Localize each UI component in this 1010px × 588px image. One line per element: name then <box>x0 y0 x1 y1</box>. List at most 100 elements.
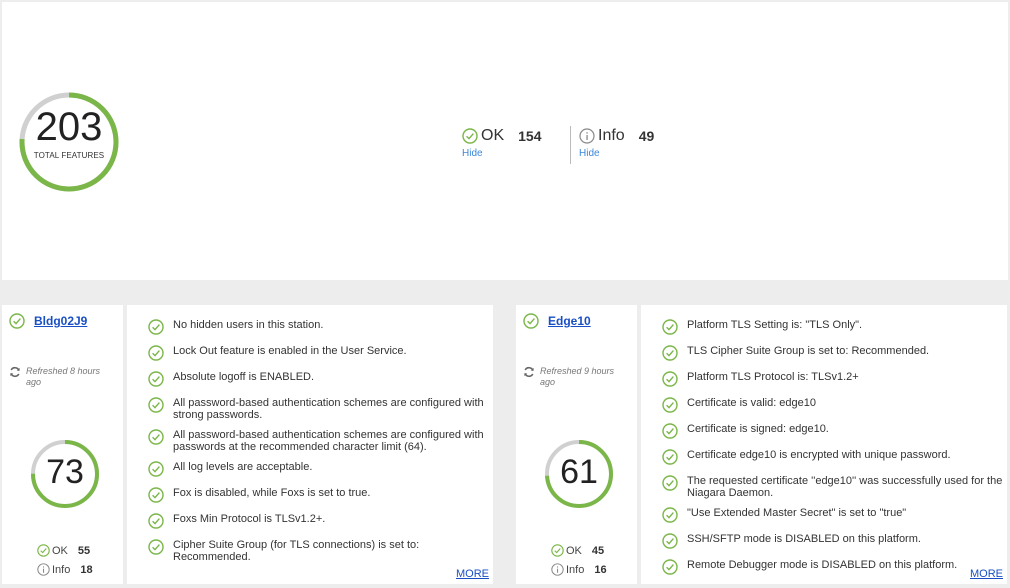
station-ok-label: OK <box>52 544 68 557</box>
feature-item-text: The requested certificate ''edge10'' was… <box>687 475 1003 499</box>
summary-panel: 203 TOTAL FEATURES OK 154 Hide Info 49 H… <box>2 2 1008 280</box>
feature-item: "Use Extended Master Secret" is set to "… <box>662 507 1007 523</box>
station-info-count: 16 <box>594 563 607 576</box>
feature-item-text: All password-based authentication scheme… <box>173 429 484 453</box>
feature-item-text: Platform TLS Setting is: "TLS Only". <box>687 319 863 331</box>
ok-stat: OK 154 Hide <box>462 126 541 159</box>
info-circle-icon <box>579 128 595 144</box>
feature-item-text: All log levels are acceptable. <box>173 461 313 473</box>
feature-item: Remote Debugger mode is DISABLED on this… <box>662 559 1007 575</box>
station-info-count: 18 <box>80 563 93 576</box>
station-ok-count: 55 <box>77 544 91 557</box>
feature-item-text: "Use Extended Master Secret" is set to "… <box>687 507 907 519</box>
station-summary: Edge10 Refreshed 9 hours ago 61 OK 45 In… <box>516 305 637 584</box>
station-summary: Bldg02J9 Refreshed 8 hours ago 73 OK 55 … <box>2 305 123 584</box>
check-circle-icon <box>148 319 164 335</box>
feature-item-text: Remote Debugger mode is DISABLED on this… <box>687 559 958 571</box>
check-circle-icon <box>662 397 678 413</box>
feature-item: The requested certificate ''edge10'' was… <box>662 475 1007 499</box>
info-hide-link[interactable]: Hide <box>579 148 654 159</box>
feature-item-text: Cipher Suite Group (for TLS connections)… <box>173 539 420 563</box>
station-card: Edge10 Refreshed 9 hours ago 61 OK 45 In… <box>516 305 1007 584</box>
check-circle-icon <box>662 319 678 335</box>
refreshed-time: Refreshed 9 hours ago <box>540 366 615 387</box>
info-stat-count: 49 <box>638 128 655 144</box>
feature-item: Lock Out feature is enabled in the User … <box>148 345 493 361</box>
feature-item-text: Certificate edge10 is encrypted with uni… <box>687 449 951 461</box>
station-ok-count-row: OK 55 <box>37 544 90 557</box>
feature-item-text: Platform TLS Protocol is: TLSv1.2+ <box>687 371 859 383</box>
refreshed-time: Refreshed 8 hours ago <box>26 366 101 387</box>
feature-item: Cipher Suite Group (for TLS connections)… <box>148 539 493 563</box>
station-name-link[interactable]: Bldg02J9 <box>34 314 87 328</box>
check-circle-icon <box>462 128 478 144</box>
ok-stat-count: 154 <box>518 128 542 144</box>
check-circle-icon <box>148 461 164 477</box>
feature-item: No hidden users in this station. <box>148 319 493 335</box>
feature-item: All password-based authentication scheme… <box>148 397 493 421</box>
check-circle-icon <box>662 371 678 387</box>
check-circle-icon <box>662 345 678 361</box>
check-circle-icon <box>37 544 50 557</box>
feature-item: Platform TLS Setting is: "TLS Only". <box>662 319 1007 335</box>
check-circle-icon <box>662 533 678 549</box>
feature-item: Foxs Min Protocol is TLSv1.2+. <box>148 513 493 529</box>
feature-item: Platform TLS Protocol is: TLSv1.2+ <box>662 371 1007 387</box>
refresh-icon[interactable] <box>523 366 535 378</box>
check-circle-icon <box>148 539 164 555</box>
total-features-gauge: 203 TOTAL FEATURES <box>18 91 120 193</box>
info-stat: Info 49 Hide <box>579 126 654 159</box>
check-circle-icon <box>662 449 678 465</box>
station-feature-list: Platform TLS Setting is: "TLS Only". TLS… <box>641 305 1007 584</box>
check-circle-icon <box>662 475 678 491</box>
check-circle-icon <box>551 544 564 557</box>
info-stat-title: Info <box>598 127 625 144</box>
check-circle-icon <box>148 371 164 387</box>
more-link[interactable]: MORE <box>966 568 1003 580</box>
refresh-icon[interactable] <box>9 366 21 378</box>
info-circle-icon <box>551 563 564 576</box>
total-features-label: TOTAL FEATURES <box>33 151 105 160</box>
feature-item-text: Absolute logoff is ENABLED. <box>173 371 315 383</box>
check-circle-icon <box>148 345 164 361</box>
station-card: Bldg02J9 Refreshed 8 hours ago 73 OK 55 … <box>2 305 493 584</box>
feature-item: Certificate is signed: edge10. <box>662 423 1007 439</box>
feature-item: Fox is disabled, while Foxs is set to tr… <box>148 487 493 503</box>
station-score: 73 <box>46 453 84 491</box>
info-circle-icon <box>37 563 50 576</box>
check-circle-icon <box>523 313 539 329</box>
station-ok-count: 45 <box>591 544 605 557</box>
check-circle-icon <box>148 513 164 529</box>
feature-item-text: Fox is disabled, while Foxs is set to tr… <box>173 487 371 499</box>
feature-item: All log levels are acceptable. <box>148 461 493 477</box>
station-info-count-row: Info 16 <box>551 563 607 576</box>
stat-divider <box>570 126 571 164</box>
station-score-gauge: 61 <box>544 439 614 509</box>
total-features-count: 203 <box>35 105 103 149</box>
check-circle-icon <box>148 487 164 503</box>
feature-item-text: Certificate is signed: edge10. <box>687 423 829 435</box>
feature-item: Certificate is valid: edge10 <box>662 397 1007 413</box>
feature-item: All password-based authentication scheme… <box>148 429 493 453</box>
feature-item-text: Lock Out feature is enabled in the User … <box>173 345 407 357</box>
feature-item-text: All password-based authentication scheme… <box>173 397 484 421</box>
feature-item: SSH/SFTP mode is DISABLED on this platfo… <box>662 533 1007 549</box>
check-circle-icon <box>148 397 164 413</box>
more-link[interactable]: MORE <box>452 568 489 580</box>
check-circle-icon <box>662 559 678 575</box>
station-score: 61 <box>560 453 598 491</box>
station-ok-count-row: OK 45 <box>551 544 604 557</box>
check-circle-icon <box>9 313 25 329</box>
feature-item-text: No hidden users in this station. <box>173 319 324 331</box>
feature-item: TLS Cipher Suite Group is set to: Recomm… <box>662 345 1007 361</box>
station-info-label: Info <box>52 563 71 576</box>
ok-stat-title: OK <box>481 127 505 144</box>
check-circle-icon <box>662 507 678 523</box>
station-name-link[interactable]: Edge10 <box>548 314 591 328</box>
feature-item-text: Foxs Min Protocol is TLSv1.2+. <box>173 513 326 525</box>
station-info-label: Info <box>566 563 585 576</box>
station-ok-label: OK <box>566 544 582 557</box>
ok-hide-link[interactable]: Hide <box>462 148 541 159</box>
check-circle-icon <box>148 429 164 445</box>
station-info-count-row: Info 18 <box>37 563 93 576</box>
